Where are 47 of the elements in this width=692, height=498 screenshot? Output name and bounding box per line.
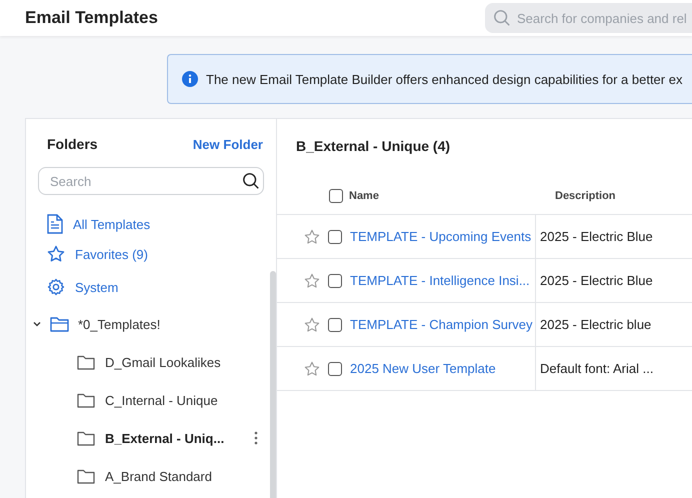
more-options-icon[interactable]	[254, 431, 258, 445]
gear-icon	[47, 278, 65, 296]
sidebar-item[interactable]: All Templates	[26, 209, 270, 239]
description-cell: 2025 - Electric Blue	[540, 273, 653, 288]
description-cell: 2025 - Electric Blue	[540, 229, 653, 244]
new-folder-link[interactable]: New Folder	[192, 136, 263, 152]
folder-tree-item[interactable]: C_Internal - Unique	[26, 381, 270, 419]
template-name-link[interactable]: TEMPLATE - Upcoming Events	[350, 229, 532, 244]
star-icon	[47, 245, 65, 263]
scrollbar[interactable]	[270, 271, 276, 498]
template-name-link[interactable]: TEMPLATE - Intelligence Insi...	[350, 273, 530, 288]
folder-icon	[77, 468, 95, 484]
star-icon[interactable]	[304, 316, 320, 332]
row-checkbox[interactable]	[328, 362, 342, 376]
folders-heading: Folders	[47, 136, 98, 152]
folder-icon	[50, 316, 70, 332]
star-icon[interactable]	[304, 360, 320, 376]
folder-search-field[interactable]: Search	[38, 167, 264, 195]
folder-title: B_External - Unique (4)	[295, 137, 452, 156]
sidebar-item[interactable]: System	[26, 269, 270, 305]
row-checkbox[interactable]	[328, 230, 342, 244]
sidebar-item[interactable]: Favorites (9)	[26, 239, 270, 269]
column-header[interactable]: Name	[349, 190, 379, 202]
search-icon	[242, 172, 260, 190]
row-checkbox[interactable]	[328, 318, 342, 332]
folder-tree-item[interactable]: D_Gmail Lookalikes	[26, 343, 270, 381]
banner-message: The new Email Template Builder offers enhanced design capabilities for a better ex	[206, 72, 682, 86]
page-title: Email Templates	[25, 8, 158, 28]
search-icon	[493, 8, 511, 28]
document-icon	[47, 214, 63, 234]
description-cell: 2025 - Electric blue	[540, 317, 652, 332]
select-all-checkbox[interactable]	[329, 189, 343, 203]
column-header[interactable]: Description	[555, 190, 616, 202]
folder-tree-item[interactable]: *0_Templates!	[26, 305, 270, 343]
description-cell: Default font: Arial ...	[540, 361, 654, 376]
star-icon[interactable]	[304, 272, 320, 288]
folder-icon	[77, 392, 95, 408]
info-icon	[182, 71, 198, 87]
folder-icon	[77, 430, 95, 446]
row-checkbox[interactable]	[328, 274, 342, 288]
template-name-link[interactable]: TEMPLATE - Champion Survey	[350, 317, 533, 332]
folder-icon	[77, 354, 95, 370]
folder-tree-item[interactable]: A_Brand Standard	[26, 457, 270, 495]
star-icon[interactable]	[304, 228, 320, 244]
global-search-field[interactable]: Search for companies and rel	[485, 3, 692, 33]
folder-tree-item[interactable]: B_External - Uniq...	[26, 419, 270, 457]
template-name-link[interactable]: 2025 New User Template	[350, 361, 496, 376]
